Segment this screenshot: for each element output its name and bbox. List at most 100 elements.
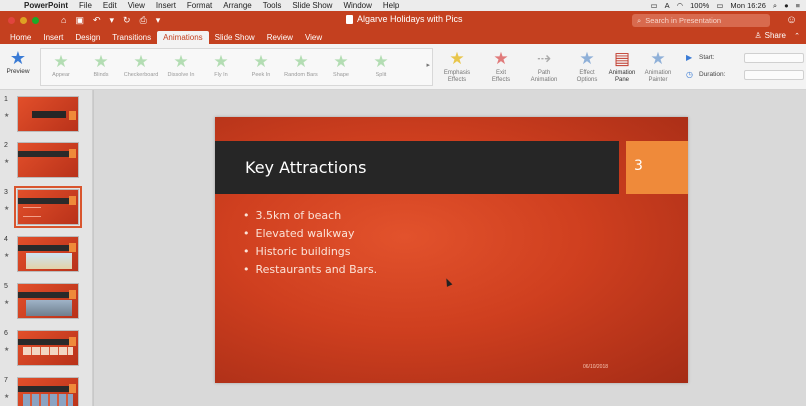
undo-icon[interactable]: ↶ (93, 15, 101, 26)
menu-help[interactable]: Help (383, 1, 399, 10)
thumbnail-slide-4[interactable]: 4 ★ (0, 234, 92, 278)
minimize-window-button[interactable] (20, 17, 27, 24)
thumbnail-image-selected[interactable] (14, 186, 82, 228)
thumbnail-slide-3[interactable]: 3 ★ (0, 186, 92, 231)
feedback-smiley-icon[interactable]: ☺ (785, 14, 798, 27)
document-title-text: Algarve Holidays with Pics (357, 14, 463, 24)
user-icon[interactable]: ● (784, 1, 789, 10)
thumbnail-image[interactable] (17, 96, 79, 132)
menu-format[interactable]: Format (187, 1, 212, 10)
menu-arrange[interactable]: Arrange (223, 1, 251, 10)
start-dropdown[interactable] (744, 52, 804, 63)
adobe-icon[interactable]: A (665, 1, 670, 10)
customize-toolbar-icon[interactable]: ▾ (156, 15, 161, 26)
animation-blinds[interactable]: ★ Blinds (81, 49, 121, 85)
menubar-status-area: ▭ A ◠ 100% ▭ Mon 16:26 ⌕ ● ≡ (650, 0, 800, 11)
screen-record-icon[interactable]: ▭ (650, 1, 657, 10)
gallery-label: Random Bars (284, 72, 318, 78)
animation-checkerboard[interactable]: ★ Checkerboard (121, 49, 161, 85)
menu-window[interactable]: Window (343, 1, 371, 10)
animation-peek-in[interactable]: ★ Peek In (241, 49, 281, 85)
animation-random-bars[interactable]: ★ Random Bars (281, 49, 321, 85)
menu-tools[interactable]: Tools (263, 1, 282, 10)
animation-pane-icon: ▤ (613, 49, 631, 68)
thumbnail-slide-5[interactable]: 5 ★ (0, 281, 92, 325)
tab-review[interactable]: Review (261, 31, 299, 44)
tab-home[interactable]: Home (4, 31, 37, 44)
menu-view[interactable]: View (128, 1, 145, 10)
animation-appear[interactable]: ★ Appear (41, 49, 81, 85)
thumbnail-number: 1 (4, 96, 8, 103)
effect-options-button[interactable]: ★ Effect Options (567, 48, 607, 84)
animation-dissolve-in[interactable]: ★ Dissolve In (161, 49, 201, 85)
menu-slide-show[interactable]: Slide Show (292, 1, 332, 10)
menu-edit[interactable]: Edit (103, 1, 117, 10)
slide-editing-canvas[interactable]: Key Attractions 3 3.5km of beach Elevate… (94, 90, 806, 406)
animation-shape[interactable]: ★ Shape (321, 49, 361, 85)
spotlight-icon[interactable]: ⌕ (773, 1, 777, 11)
animation-marker-icon: ★ (4, 253, 10, 259)
save-icon[interactable]: ▣ (75, 15, 84, 26)
print-icon[interactable]: ⎙ (140, 15, 147, 26)
start-label: Start: (699, 54, 715, 61)
thumbnail-image[interactable] (17, 142, 79, 178)
thumbnail-slide-1[interactable]: 1 ★ (0, 94, 92, 138)
thumbnail-number: 4 (4, 236, 8, 243)
apple-icon[interactable] (6, 2, 14, 10)
animation-painter-icon: ★ (650, 49, 666, 68)
thumbnail-slide-6[interactable]: 6 ★ (0, 328, 92, 372)
thumbnail-image[interactable] (17, 377, 79, 406)
close-window-button[interactable] (8, 17, 15, 24)
preview-button[interactable]: ★ Preview (3, 48, 33, 75)
thumbnail-title-bar (18, 245, 70, 251)
animation-marker-icon: ★ (4, 347, 10, 353)
title-bar: ⌂ ▣ ↶ ▾ ↻ ⎙ ▾ Algarve Holidays with Pics… (0, 11, 806, 30)
collapse-ribbon-icon[interactable]: ⌃ (794, 32, 800, 40)
share-button[interactable]: ♙ Share (754, 31, 786, 40)
thumbnail-photo (26, 253, 72, 269)
wifi-icon[interactable]: ◠ (677, 1, 684, 10)
battery-percent: 100% (690, 1, 710, 10)
exit-effects-button[interactable]: ★ Exit Effects (481, 48, 521, 84)
tab-animations[interactable]: Animations (157, 31, 209, 44)
animation-painter-button[interactable]: ★ Animation Painter (638, 48, 678, 84)
zoom-window-button[interactable] (32, 17, 39, 24)
battery-icon[interactable]: ▭ (716, 1, 723, 10)
current-slide[interactable]: Key Attractions 3 3.5km of beach Elevate… (215, 117, 688, 383)
thumbnail-slide-2[interactable]: 2 ★ (0, 140, 92, 184)
tab-insert[interactable]: Insert (37, 31, 69, 44)
undo-dropdown-icon[interactable]: ▾ (110, 15, 115, 26)
menu-insert[interactable]: Insert (156, 1, 176, 10)
notification-center-icon[interactable]: ≡ (796, 1, 800, 10)
animation-fly-in[interactable]: ★ Fly In (201, 49, 241, 85)
slide-title[interactable]: Key Attractions (245, 158, 366, 177)
animation-pane-button[interactable]: ▤ Animation Pane (602, 48, 642, 84)
emphasis-effects-button[interactable]: ★ Emphasis Effects (437, 48, 477, 84)
slide-thumbnails-pane[interactable]: 1 ★ 2 ★ 3 ★ 4 ★ 5 ★ 6 ★ 7 ★ (0, 90, 93, 406)
duration-stepper[interactable] (744, 69, 804, 80)
clock[interactable]: Mon 16:26 (730, 1, 765, 10)
thumbnail-slide-7[interactable]: 7 ★ (0, 375, 92, 406)
button-label: Options (576, 77, 598, 83)
tab-design[interactable]: Design (69, 31, 106, 44)
path-animation-button[interactable]: ⇢ Path Animation (524, 48, 564, 84)
thumbnail-title-bar (32, 111, 66, 118)
tab-transitions[interactable]: Transitions (106, 31, 157, 44)
slide-bullet-list[interactable]: 3.5km of beach Elevated walkway Historic… (243, 207, 378, 279)
menu-file[interactable]: File (79, 1, 92, 10)
gallery-scroll-arrow-icon[interactable]: ▸ (426, 61, 430, 69)
tab-view[interactable]: View (299, 31, 328, 44)
thumbnail-number-box (69, 196, 76, 205)
quick-access-toolbar: ⌂ ▣ ↶ ▾ ↻ ⎙ ▾ (61, 15, 160, 26)
redo-icon[interactable]: ↻ (123, 15, 131, 26)
thumbnail-image[interactable] (17, 236, 79, 272)
thumbnail-image[interactable] (17, 330, 79, 366)
home-icon[interactable]: ⌂ (61, 15, 66, 26)
slide-number[interactable]: 3 (634, 158, 643, 174)
gallery-label: Shape (333, 72, 349, 78)
animation-split[interactable]: ★ Split (361, 49, 401, 85)
menu-app-name[interactable]: PowerPoint (24, 1, 68, 10)
tab-slide-show[interactable]: Slide Show (209, 31, 261, 44)
search-presentation-field[interactable]: ⌕ Search in Presentation (632, 14, 770, 27)
thumbnail-image[interactable] (17, 283, 79, 319)
